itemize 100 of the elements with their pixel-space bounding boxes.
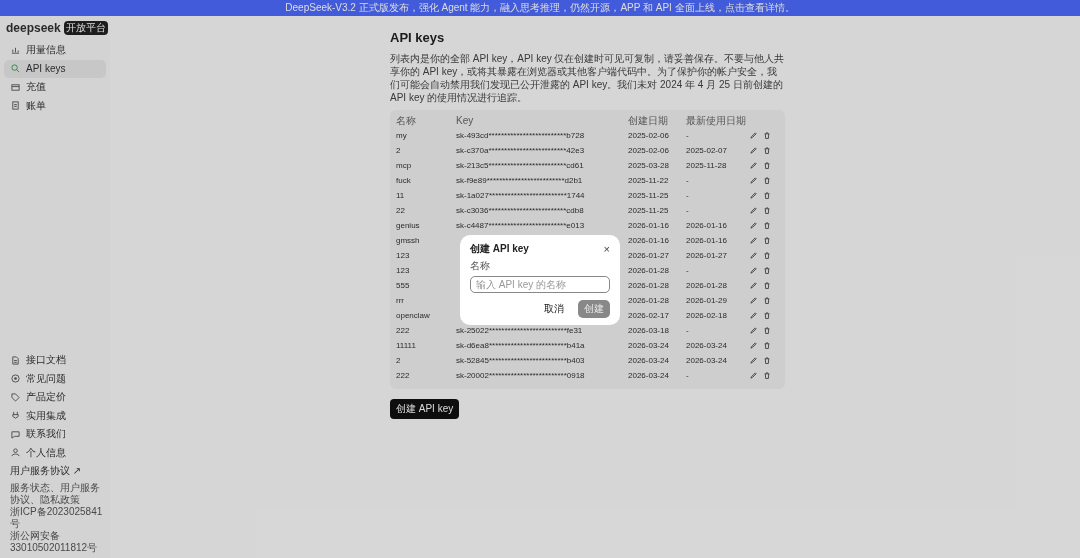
table-cell-text: sk-493cd*************************b728: [456, 130, 586, 142]
table-cell-text: -: [686, 175, 690, 187]
name-input[interactable]: 输入 API key 的名称: [470, 276, 610, 293]
create-key-button[interactable]: 创建 API key: [390, 399, 460, 419]
table-cell-text: 2025-02-07: [686, 145, 728, 157]
table-cell-text: mcp: [396, 160, 413, 172]
table-cell-text: 2025-11-22: [628, 175, 670, 187]
table-cell-text: 2025-03-28: [628, 160, 670, 172]
table-cell-text: 11: [396, 190, 406, 202]
footer-text: 服务状态、用户服务协议、隐私政策: [10, 482, 101, 506]
table-cell-text: 2: [396, 355, 402, 367]
edit-icon[interactable]: [750, 267, 757, 274]
edit-icon[interactable]: [750, 132, 757, 139]
table-cell-text: sk-d6ea8*************************b41a: [456, 340, 586, 352]
sidebar-item[interactable]: 用量信息: [4, 41, 106, 60]
table-cell-text: my: [396, 130, 408, 142]
edit-icon[interactable]: [750, 162, 757, 169]
table-cell-text: 2025-11-25: [628, 190, 670, 202]
edit-icon[interactable]: [750, 312, 757, 319]
table-cell-text: sk-25022*************************fe31: [456, 325, 584, 337]
table-cell-text: 2026-01-16: [686, 235, 728, 247]
edit-icon[interactable]: [750, 147, 757, 154]
table-cell-text: -: [686, 190, 690, 202]
edit-icon[interactable]: [750, 237, 757, 244]
table-cell-text: 2026-03-24: [628, 340, 670, 352]
table-cell-text: fuck: [396, 175, 412, 187]
search-icon: [11, 64, 20, 74]
table-cell-text: gmssh: [396, 235, 421, 247]
table-cell-text: openclaw: [396, 310, 431, 322]
announcement-banner[interactable]: DeepSeek-V3.2 正式版发布，强化 Agent 能力，融入思考推理，仍然开源，APP 和 API 全面上线，点击查看详情。: [0, 0, 1080, 16]
table-cell-text: 222: [396, 370, 411, 382]
table-cell-text: sk-20002*************************0918: [456, 370, 586, 382]
sidebar-item[interactable]: 账单: [4, 96, 106, 115]
table-cell-text: rrr: [396, 295, 405, 307]
table-cell-text: sk-c3036*************************cdb8: [456, 205, 585, 217]
edit-icon[interactable]: [750, 327, 757, 334]
platform-badge: 开放平台: [63, 21, 108, 35]
table-cell-text: 2025-02-06: [628, 145, 670, 157]
table-cell-text: sk-52845*************************b403: [456, 355, 586, 367]
sidebar-item[interactable]: 个人信息: [4, 443, 106, 462]
tag-icon: [11, 392, 20, 402]
edit-icon[interactable]: [750, 342, 757, 349]
table-cell-text: 2026-03-24: [686, 340, 728, 352]
table-cell-text: 2: [396, 145, 402, 157]
edit-icon[interactable]: [750, 222, 757, 229]
table-cell-text: 2026-02-17: [628, 310, 670, 322]
table-cell-text: 2025-11-28: [686, 160, 728, 172]
sidebar-item[interactable]: 充值: [4, 78, 106, 97]
column-header: 最新使用日期: [686, 113, 747, 128]
chart-icon: [11, 45, 20, 55]
table-cell-text: 2026-01-27: [628, 250, 670, 262]
receipt-icon: [11, 101, 20, 111]
edit-icon[interactable]: [750, 297, 757, 304]
table-cell-text: 2026-01-16: [628, 220, 670, 232]
edit-icon[interactable]: [750, 372, 757, 379]
table-cell-text: 2025-02-06: [628, 130, 670, 142]
sidebar-item[interactable]: 联系我们: [4, 425, 106, 444]
table-cell-text: 123: [396, 250, 411, 262]
table-cell-text: -: [686, 370, 690, 382]
dialog-title: 创建 API key: [470, 242, 529, 256]
table-cell-text: 555: [396, 280, 411, 292]
table-cell-text: 123: [396, 265, 411, 277]
table-cell-text: -: [686, 205, 690, 217]
table-cell-text: 2026-01-16: [628, 235, 670, 247]
column-header: 名称: [396, 113, 417, 128]
table-cell-text: sk-c370a*************************42e3: [456, 145, 586, 157]
table-cell-text: 2026-03-24: [628, 355, 670, 367]
table-cell-text: sk-f9e89*************************d2b1: [456, 175, 584, 187]
edit-icon[interactable]: [750, 252, 757, 259]
footer-text: 浙ICP备2023025841号: [10, 506, 104, 530]
chat-icon: [11, 429, 20, 439]
edit-icon[interactable]: [750, 192, 757, 199]
edit-icon[interactable]: [750, 282, 757, 289]
close-icon[interactable]: ×: [603, 243, 610, 255]
sidebar-item[interactable]: 接口文档: [4, 351, 106, 370]
sidebar-item[interactable]: API keys: [4, 59, 106, 78]
user-icon: [11, 448, 20, 458]
sidebar-item[interactable]: 实用集成: [4, 406, 106, 425]
edit-icon[interactable]: [750, 207, 757, 214]
edit-icon[interactable]: [750, 177, 757, 184]
terms-link[interactable]: 用户服务协议 ↗: [10, 464, 106, 478]
table-cell-text: genius: [396, 220, 421, 232]
column-header: 创建日期: [628, 113, 669, 128]
sidebar-item[interactable]: 产品定价: [4, 388, 106, 407]
plug-icon: [11, 411, 20, 421]
sidebar-item[interactable]: 常见问题: [4, 369, 106, 388]
table-cell-text: 2026-01-28: [628, 265, 670, 277]
footer-text: 浙公网安备 33010502011812号: [10, 530, 99, 554]
table-cell-text: 2026-01-27: [686, 250, 728, 262]
table-cell-text: 2026-01-28: [628, 295, 670, 307]
table-cell-text: sk-213c5*************************cd61: [456, 160, 585, 172]
field-label: 名称: [470, 259, 491, 273]
table-cell-text: 2026-01-29: [686, 295, 728, 307]
edit-icon[interactable]: [750, 357, 757, 364]
description-text: 列表内是你的全部 API key，API key 仅在创建时可见可复制，请妥善保存。不要与他人共享你的 API key，或将其暴露在浏览器或其他客户端代码中。为了保护你的帐户安全，我们可能会自动禁用我们发现已公开泄露的 API key。我们未对 2024 年 4 月 25 日前创建的 API key 的使用情况进行追踪。: [390, 52, 785, 104]
table-cell-text: 222: [396, 325, 411, 337]
table-cell-text: -: [686, 325, 690, 337]
table-cell-text: -: [686, 130, 690, 142]
table-cell-text: sk-c4487*************************e013: [456, 220, 586, 232]
table-cell-text: 2025-11-25: [628, 205, 670, 217]
